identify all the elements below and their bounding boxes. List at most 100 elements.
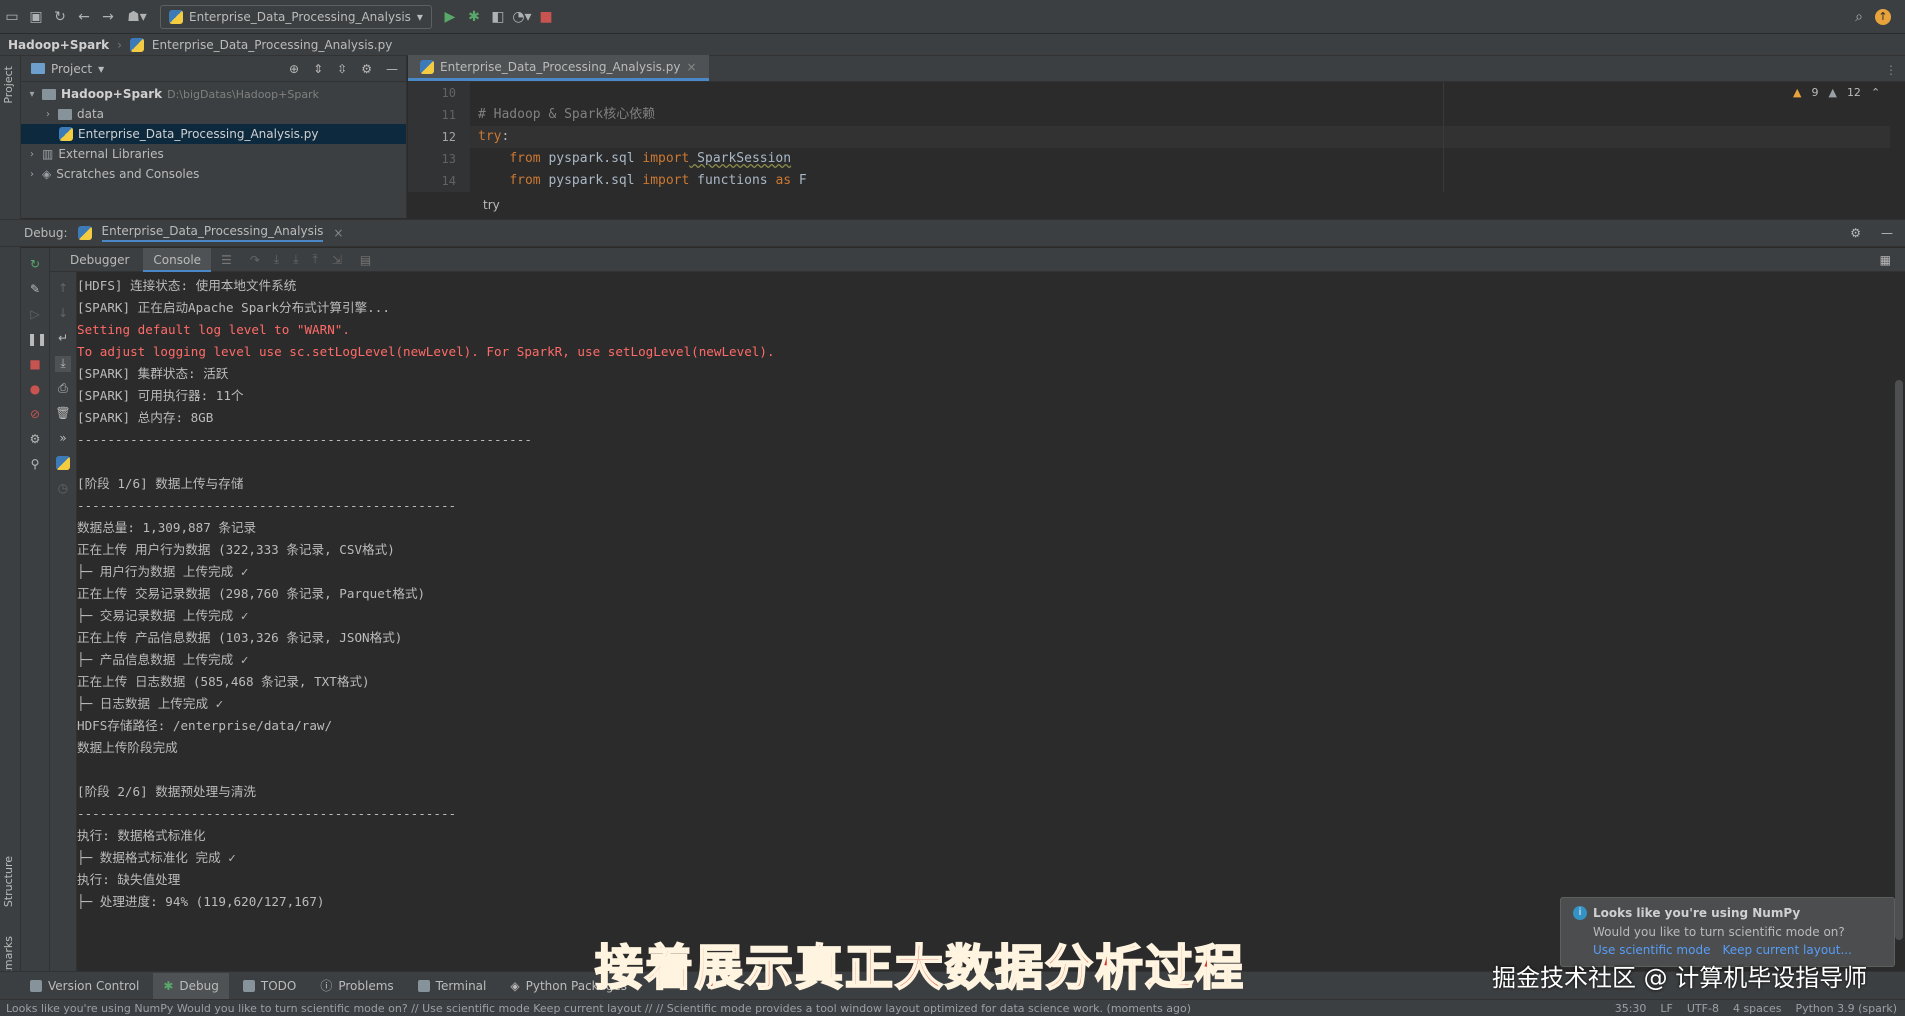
update-icon[interactable]: ↑	[1871, 5, 1895, 29]
console-scrollbar[interactable]	[1895, 380, 1903, 940]
tab-debugger[interactable]: Debugger	[60, 248, 139, 272]
breadcrumb-project[interactable]: Hadoop+Spark	[8, 38, 109, 52]
debug-icon[interactable]: ✱	[462, 5, 486, 29]
locate-icon[interactable]: ⊕	[289, 62, 299, 76]
run-configuration-label: Enterprise_Data_Processing_Analysis	[189, 9, 411, 24]
gear-icon[interactable]: ⚙	[361, 62, 372, 76]
profile-icon[interactable]: ◔▾	[510, 5, 534, 29]
tree-root[interactable]: ▾ Hadoop+Spark D:\bigDatas\Hadoop+Spark	[21, 84, 406, 104]
save-icon[interactable]: ▣	[24, 5, 48, 29]
tree-item-scratches[interactable]: › ◈ Scratches and Consoles	[21, 164, 406, 184]
editor-breadcrumb[interactable]: try	[483, 198, 500, 212]
tree-root-name: Hadoop+Spark	[61, 87, 163, 101]
project-panel-title[interactable]: Project	[51, 62, 92, 76]
run-configuration-select[interactable]: Enterprise_Data_Processing_Analysis ▾	[160, 4, 432, 29]
editor-tab[interactable]: Enterprise_Data_Processing_Analysis.py ×	[408, 55, 709, 81]
code-area[interactable]: # Hadoop & Spark核心依赖 try: from pyspark.s…	[478, 82, 807, 192]
python-console-icon[interactable]	[55, 456, 71, 472]
tab-terminal[interactable]: Terminal	[408, 973, 497, 999]
print-icon[interactable]: ⎙	[55, 381, 71, 397]
step-over-icon[interactable]: ↷	[250, 253, 260, 267]
open-icon[interactable]: ▭	[0, 5, 24, 29]
code-token: pyspark.sql	[540, 151, 643, 166]
step-into-icon[interactable]: ⤓	[274, 252, 279, 267]
tab-label: Terminal	[435, 978, 487, 993]
more-icon[interactable]: ⋮	[1877, 63, 1905, 81]
soft-wrap-icon[interactable]: ↵	[55, 331, 71, 347]
bug-icon: ✱	[163, 978, 174, 993]
trash-icon[interactable]: 🗑	[55, 406, 71, 422]
line-separator[interactable]: LF	[1660, 1002, 1672, 1015]
tab-problems[interactable]: ⓘ Problems	[310, 973, 403, 999]
breadcrumb-file[interactable]: Enterprise_Data_Processing_Analysis.py	[152, 38, 392, 52]
inspection-widget[interactable]: ▲ 9 ▲ 12 ⌃	[1793, 86, 1880, 99]
run-to-cursor-icon[interactable]: ⇲	[332, 253, 342, 267]
evaluate-icon[interactable]: ▤	[360, 253, 371, 267]
gear-icon[interactable]: ⚙	[27, 432, 43, 448]
code-editor: Enterprise_Data_Processing_Analysis.py ×…	[408, 55, 1905, 218]
file-encoding[interactable]: UTF-8	[1687, 1002, 1719, 1015]
coverage-icon[interactable]: ◧	[486, 5, 510, 29]
tab-label: Problems	[338, 978, 394, 993]
clock-icon[interactable]: ◷	[55, 481, 71, 497]
indent-setting[interactable]: 4 spaces	[1733, 1002, 1782, 1015]
sync-icon[interactable]: ↻	[48, 5, 72, 29]
stop-icon[interactable]: ■	[534, 5, 558, 29]
resume-icon[interactable]: ▷	[27, 307, 43, 323]
close-icon[interactable]: ×	[333, 226, 343, 240]
forward-icon[interactable]: →	[96, 5, 120, 29]
pause-icon[interactable]: ❚❚	[27, 332, 47, 348]
numpy-notification: i Looks like you're using NumPy Would yo…	[1560, 897, 1895, 967]
rerun-icon[interactable]: ↻	[27, 257, 43, 273]
keyword: as	[775, 173, 792, 188]
chevron-up-icon[interactable]: ⌃	[1871, 86, 1880, 99]
code-line: from pyspark.sql import functions as F	[478, 170, 806, 192]
settings-icon[interactable]: ✎	[27, 282, 43, 298]
step-into-my-code-icon[interactable]: ⤓	[293, 252, 298, 267]
close-icon[interactable]: ×	[686, 60, 696, 74]
tree-item-script[interactable]: Enterprise_Data_Processing_Analysis.py	[21, 124, 406, 144]
tab-console[interactable]: Console	[143, 247, 212, 272]
list-icon[interactable]: ☰	[221, 253, 232, 267]
tree-item-external-libraries[interactable]: › ▥ External Libraries	[21, 144, 406, 164]
breakpoints-icon[interactable]: ●	[27, 382, 43, 398]
hide-icon[interactable]: —	[1881, 226, 1893, 240]
tree-item-data[interactable]: › data	[21, 104, 406, 124]
stop-icon[interactable]: ■	[27, 357, 43, 373]
keep-current-layout-link[interactable]: Keep current layout...	[1722, 943, 1851, 957]
gear-icon[interactable]: ⚙	[1850, 226, 1861, 240]
hide-icon[interactable]: —	[386, 62, 398, 76]
step-out-icon[interactable]: ⤒	[313, 252, 318, 267]
console-line: To adjust logging level use sc.setLogLev…	[77, 344, 775, 359]
chevron-down-icon[interactable]: ▾	[98, 62, 104, 76]
tab-version-control[interactable]: Version Control	[20, 973, 149, 999]
tab-debug[interactable]: ✱ Debug	[153, 972, 229, 999]
arrow-up-icon[interactable]: ↑	[55, 281, 71, 297]
use-scientific-mode-link[interactable]: Use scientific mode	[1593, 943, 1710, 957]
structure-tool-button[interactable]: Structure	[2, 856, 15, 907]
console-output[interactable]: [HDFS] 连接状态: 使用本地文件系统 [SPARK] 正在启动Apache …	[77, 272, 1887, 971]
search-icon[interactable]: ⌕	[1847, 5, 1871, 29]
console-line: ----------------------------------------…	[77, 806, 457, 821]
tab-todo[interactable]: TODO	[233, 973, 306, 999]
interpreter[interactable]: Python 3.9 (spark)	[1795, 1002, 1897, 1015]
python-file-icon	[420, 59, 434, 74]
run-icon[interactable]: ▶	[438, 5, 462, 29]
back-icon[interactable]: ←	[72, 5, 96, 29]
arrow-down-icon[interactable]: ↓	[55, 306, 71, 322]
caret-position[interactable]: 35:30	[1615, 1002, 1647, 1015]
vcs-icon[interactable]: ☗▾	[120, 5, 154, 29]
expand-all-icon[interactable]: ⇕	[313, 62, 323, 76]
collapse-all-icon[interactable]: ⇳	[337, 62, 347, 76]
project-panel: Project ▾ ⊕ ⇕ ⇳ ⚙ — ▾ Hadoop+Spark D:\bi…	[21, 56, 407, 218]
mute-breakpoints-icon[interactable]: ⊘	[27, 407, 43, 423]
scroll-to-end-icon[interactable]: ⤓	[55, 356, 71, 372]
editor-tabs: Enterprise_Data_Processing_Analysis.py ×…	[408, 55, 1905, 82]
pin-icon[interactable]: ⚲	[27, 457, 43, 473]
project-tool-button[interactable]: Project	[2, 66, 15, 104]
debug-session-tab[interactable]: Enterprise_Data_Processing_Analysis	[101, 224, 324, 242]
show-command-line-icon[interactable]: »	[55, 431, 71, 447]
layout-icon[interactable]: ▦	[1880, 253, 1891, 267]
status-message[interactable]: Looks like you're using NumPy Would you …	[6, 1002, 1601, 1015]
